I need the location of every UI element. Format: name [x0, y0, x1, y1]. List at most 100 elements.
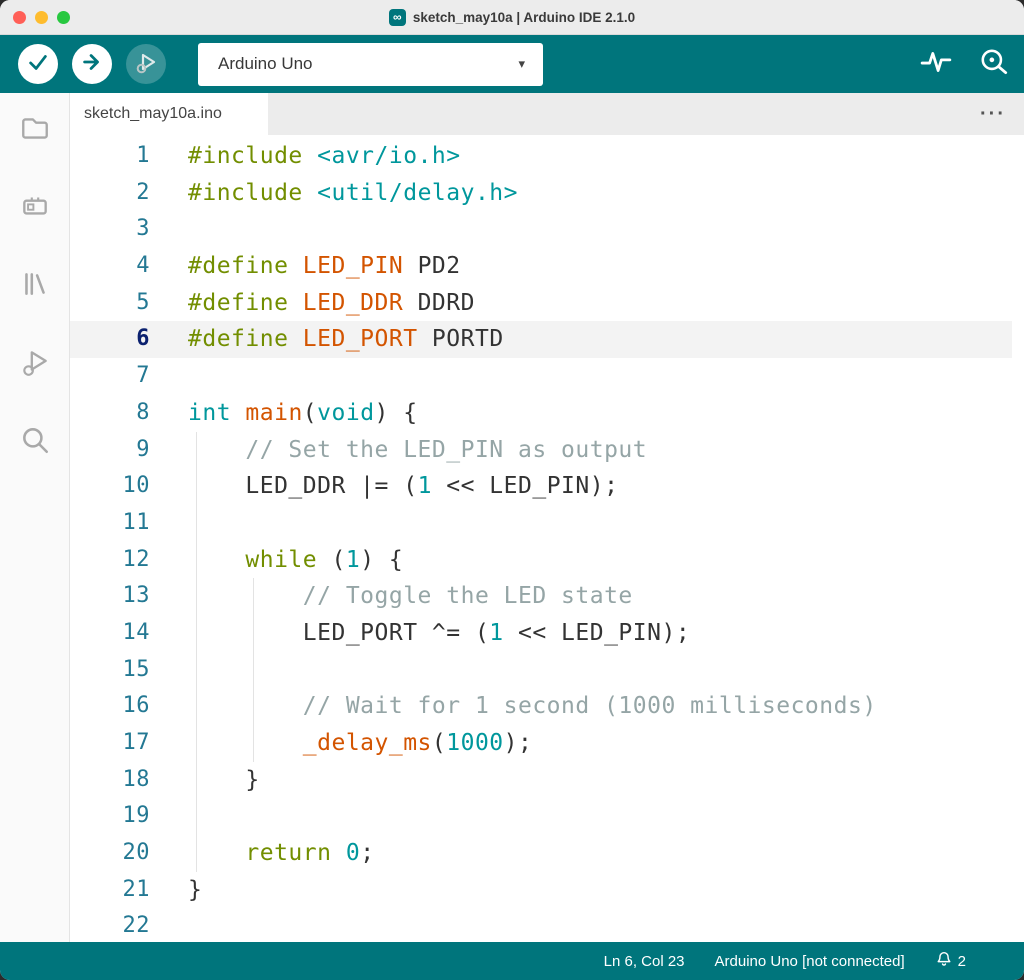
code-text	[188, 505, 1012, 542]
code-line[interactable]: 15	[70, 652, 1012, 689]
code-token: _delay_ms	[303, 730, 432, 756]
code-line[interactable]: 11	[70, 505, 1012, 542]
code-editor[interactable]: 1#include <avr/io.h>2 #include <util/dela…	[70, 135, 1024, 942]
line-number[interactable]: 6	[70, 321, 150, 358]
serial-monitor-button[interactable]	[978, 46, 1010, 83]
code-line[interactable]: 22	[70, 908, 1012, 942]
code-line[interactable]: 3	[70, 211, 1012, 248]
line-number[interactable]: 1	[70, 138, 150, 175]
code-token: 1	[418, 473, 432, 499]
code-line[interactable]: 19	[70, 798, 1012, 835]
line-number[interactable]: 15	[70, 652, 150, 689]
pulse-wave-icon	[920, 46, 952, 83]
indent-guide	[196, 578, 197, 615]
code-line[interactable]: 18 }	[70, 762, 1012, 799]
code-token: DDRD	[403, 290, 475, 316]
line-number[interactable]: 8	[70, 395, 150, 432]
verify-button[interactable]	[18, 44, 58, 84]
line-number[interactable]: 13	[70, 578, 150, 615]
line-number[interactable]: 22	[70, 908, 150, 942]
tab-bar: sketch_may10a.ino ···	[70, 93, 1024, 135]
code-text	[188, 798, 1012, 835]
code-token	[303, 180, 317, 206]
code-line[interactable]: 13 // Toggle the LED state	[70, 578, 1012, 615]
notifications-button[interactable]: 2	[935, 950, 966, 972]
line-number[interactable]: 12	[70, 542, 150, 579]
code-line[interactable]: 8int main(void) {	[70, 395, 1012, 432]
indent-guide	[196, 542, 197, 579]
code-line[interactable]: 6#define LED_PORT PORTD	[70, 321, 1012, 358]
code-token: 0	[346, 840, 360, 866]
code-text: #include <util/delay.h>	[188, 175, 1012, 212]
code-token: LED_DDR |= (	[188, 473, 418, 499]
line-number[interactable]: 3	[70, 211, 150, 248]
line-number[interactable]: 7	[70, 358, 150, 395]
code-token: while	[245, 547, 317, 573]
code-line[interactable]: 16 // Wait for 1 second (1000 millisecon…	[70, 688, 1012, 725]
indent-guide	[253, 688, 254, 725]
code-text: }	[188, 872, 1012, 909]
upload-button[interactable]	[72, 44, 112, 84]
code-line[interactable]: 21}	[70, 872, 1012, 909]
indent-guide	[196, 688, 197, 725]
code-token: LED_PORT	[303, 326, 418, 352]
code-line[interactable]: 7	[70, 358, 1012, 395]
line-number[interactable]: 5	[70, 285, 150, 322]
line-number[interactable]: 11	[70, 505, 150, 542]
code-token: (	[432, 730, 446, 756]
code-line[interactable]: 17 _delay_ms(1000);	[70, 725, 1012, 762]
line-number[interactable]: 9	[70, 432, 150, 469]
sidebar-item-library-manager[interactable]	[18, 269, 52, 303]
tab-sketch[interactable]: sketch_may10a.ino	[70, 93, 268, 135]
code-token: #define	[188, 290, 288, 316]
code-line[interactable]: 1#include <avr/io.h>	[70, 138, 1012, 175]
board-connection-status[interactable]: Arduino Uno [not connected]	[715, 953, 905, 970]
line-number[interactable]: 2	[70, 175, 150, 212]
line-number[interactable]: 16	[70, 688, 150, 725]
status-bar: Ln 6, Col 23 Arduino Uno [not connected]…	[0, 942, 1024, 980]
code-token: LED_PIN	[303, 253, 403, 279]
code-token: << LED_PIN);	[504, 620, 691, 646]
code-line[interactable]: 5#define LED_DDR DDRD	[70, 285, 1012, 322]
code-text: while (1) {	[188, 542, 1012, 579]
bell-icon	[935, 950, 953, 972]
indent-guide	[196, 835, 197, 872]
zoom-button[interactable]	[57, 11, 70, 24]
line-number[interactable]: 10	[70, 468, 150, 505]
code-line[interactable]: 20 return 0;	[70, 835, 1012, 872]
line-number[interactable]: 4	[70, 248, 150, 285]
debug-button[interactable]	[126, 44, 166, 84]
code-token: 1000	[446, 730, 503, 756]
minimize-button[interactable]	[35, 11, 48, 24]
toolbar: Arduino Uno ▾	[0, 35, 1024, 93]
line-number[interactable]: 20	[70, 835, 150, 872]
board-selector-label: Arduino Uno	[218, 54, 313, 74]
tab-overflow-button[interactable]: ···	[980, 103, 1024, 126]
code-line[interactable]: 14 LED_PORT ^= (1 << LED_PIN);	[70, 615, 1012, 652]
code-line[interactable]: 4 #define LED_PIN PD2	[70, 248, 1012, 285]
main-area: sketch_may10a.ino ··· 1#include <avr/io.…	[0, 93, 1024, 942]
code-line[interactable]: 9 // Set the LED_PIN as output	[70, 432, 1012, 469]
line-number[interactable]: 19	[70, 798, 150, 835]
sidebar-item-debugger[interactable]	[18, 347, 52, 381]
code-text: #define LED_PIN PD2	[188, 248, 1012, 285]
code-line[interactable]: 10 LED_DDR |= (1 << LED_PIN);	[70, 468, 1012, 505]
board-selector[interactable]: Arduino Uno ▾	[198, 43, 543, 86]
cursor-position[interactable]: Ln 6, Col 23	[604, 953, 685, 970]
code-token: 1	[346, 547, 360, 573]
close-button[interactable]	[13, 11, 26, 24]
books-icon	[19, 268, 51, 305]
indent-guide	[253, 615, 254, 652]
serial-plotter-button[interactable]	[920, 46, 952, 83]
sidebar-item-search[interactable]	[18, 425, 52, 459]
line-number[interactable]: 17	[70, 725, 150, 762]
titlebar: ∞ sketch_may10a | Arduino IDE 2.1.0	[0, 0, 1024, 35]
sidebar-item-boards-manager[interactable]	[18, 191, 52, 225]
code-token: }	[188, 767, 260, 793]
line-number[interactable]: 18	[70, 762, 150, 799]
code-line[interactable]: 2 #include <util/delay.h>	[70, 175, 1012, 212]
code-line[interactable]: 12 while (1) {	[70, 542, 1012, 579]
sidebar-item-sketchbook[interactable]	[18, 113, 52, 147]
line-number[interactable]: 21	[70, 872, 150, 909]
line-number[interactable]: 14	[70, 615, 150, 652]
